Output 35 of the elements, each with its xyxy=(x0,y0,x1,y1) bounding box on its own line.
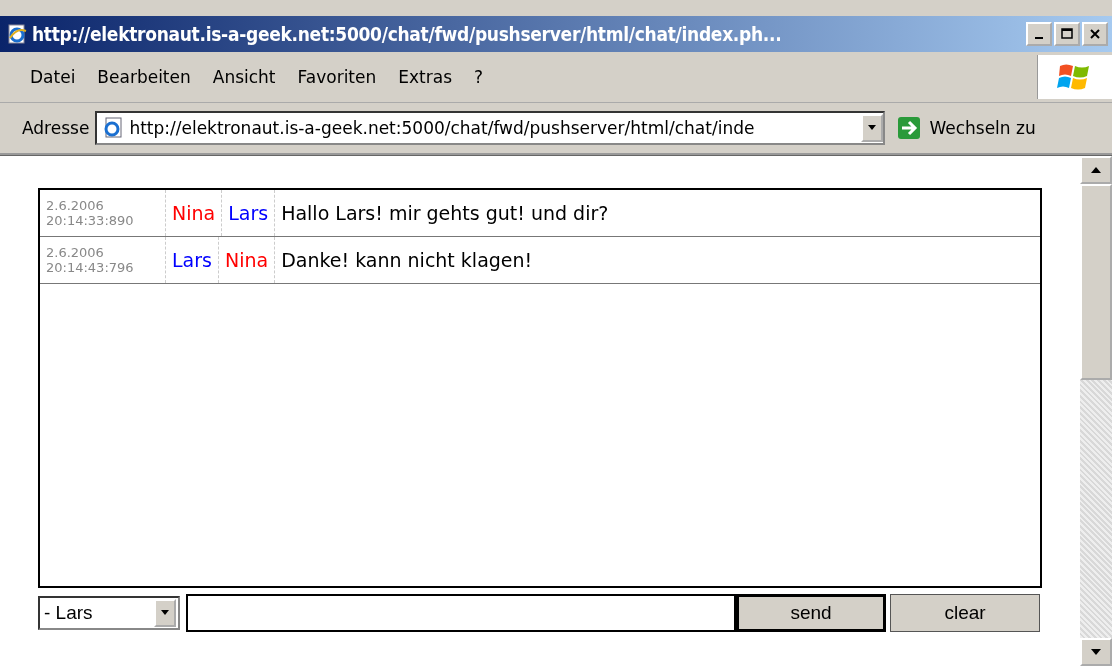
send-button[interactable]: send xyxy=(736,594,886,632)
message-time: 20:14:33:890 xyxy=(46,213,135,228)
message-input[interactable] xyxy=(186,594,736,632)
window-title: http://elektronaut.is-a-geek.net:5000/chat/fwd/pushserver/html/chat/index.ph... xyxy=(32,23,783,45)
minimize-button[interactable] xyxy=(1026,22,1052,46)
address-field[interactable]: http://elektronaut.is-a-geek.net:5000/chat/fwd/pushserver/html/chat/inde xyxy=(95,111,886,145)
recipient-select[interactable]: - Lars xyxy=(38,596,180,630)
menu-item[interactable]: ? xyxy=(466,63,492,91)
scroll-thumb[interactable] xyxy=(1080,184,1112,380)
menu-item[interactable]: Datei xyxy=(22,63,84,91)
address-label: Adresse xyxy=(22,118,90,138)
go-button[interactable]: Wechseln zu xyxy=(891,116,1042,140)
message-time: 20:14:43:796 xyxy=(46,260,135,275)
menu-item[interactable]: Extras xyxy=(390,63,460,91)
menu-item[interactable]: Ansicht xyxy=(204,63,284,91)
close-button[interactable] xyxy=(1082,22,1108,46)
message-text: Danke! kann nicht klagen! xyxy=(281,249,533,271)
clear-button[interactable]: clear xyxy=(890,594,1040,632)
minimize-icon xyxy=(1035,37,1043,39)
menu-item[interactable]: Favoriten xyxy=(289,63,385,91)
sender-name: Nina xyxy=(172,202,216,224)
menu-item[interactable]: Bearbeiten xyxy=(89,63,199,91)
vertical-scrollbar[interactable] xyxy=(1080,156,1112,666)
message-date: 2.6.2006 xyxy=(46,198,105,213)
maximize-icon xyxy=(1060,27,1074,41)
maximize-button[interactable] xyxy=(1054,22,1080,46)
recipient-name: Lars xyxy=(228,202,269,224)
sender-name: Lars xyxy=(172,249,212,271)
message-date: 2.6.2006 xyxy=(46,245,105,260)
close-icon xyxy=(1088,27,1102,41)
scroll-down-icon[interactable] xyxy=(1080,638,1112,666)
message-text: Hallo Lars! mir gehts gut! und dir? xyxy=(281,202,609,224)
recipient-name: Nina xyxy=(224,249,269,271)
scroll-up-icon[interactable] xyxy=(1080,156,1112,184)
browser-icon xyxy=(6,23,28,45)
